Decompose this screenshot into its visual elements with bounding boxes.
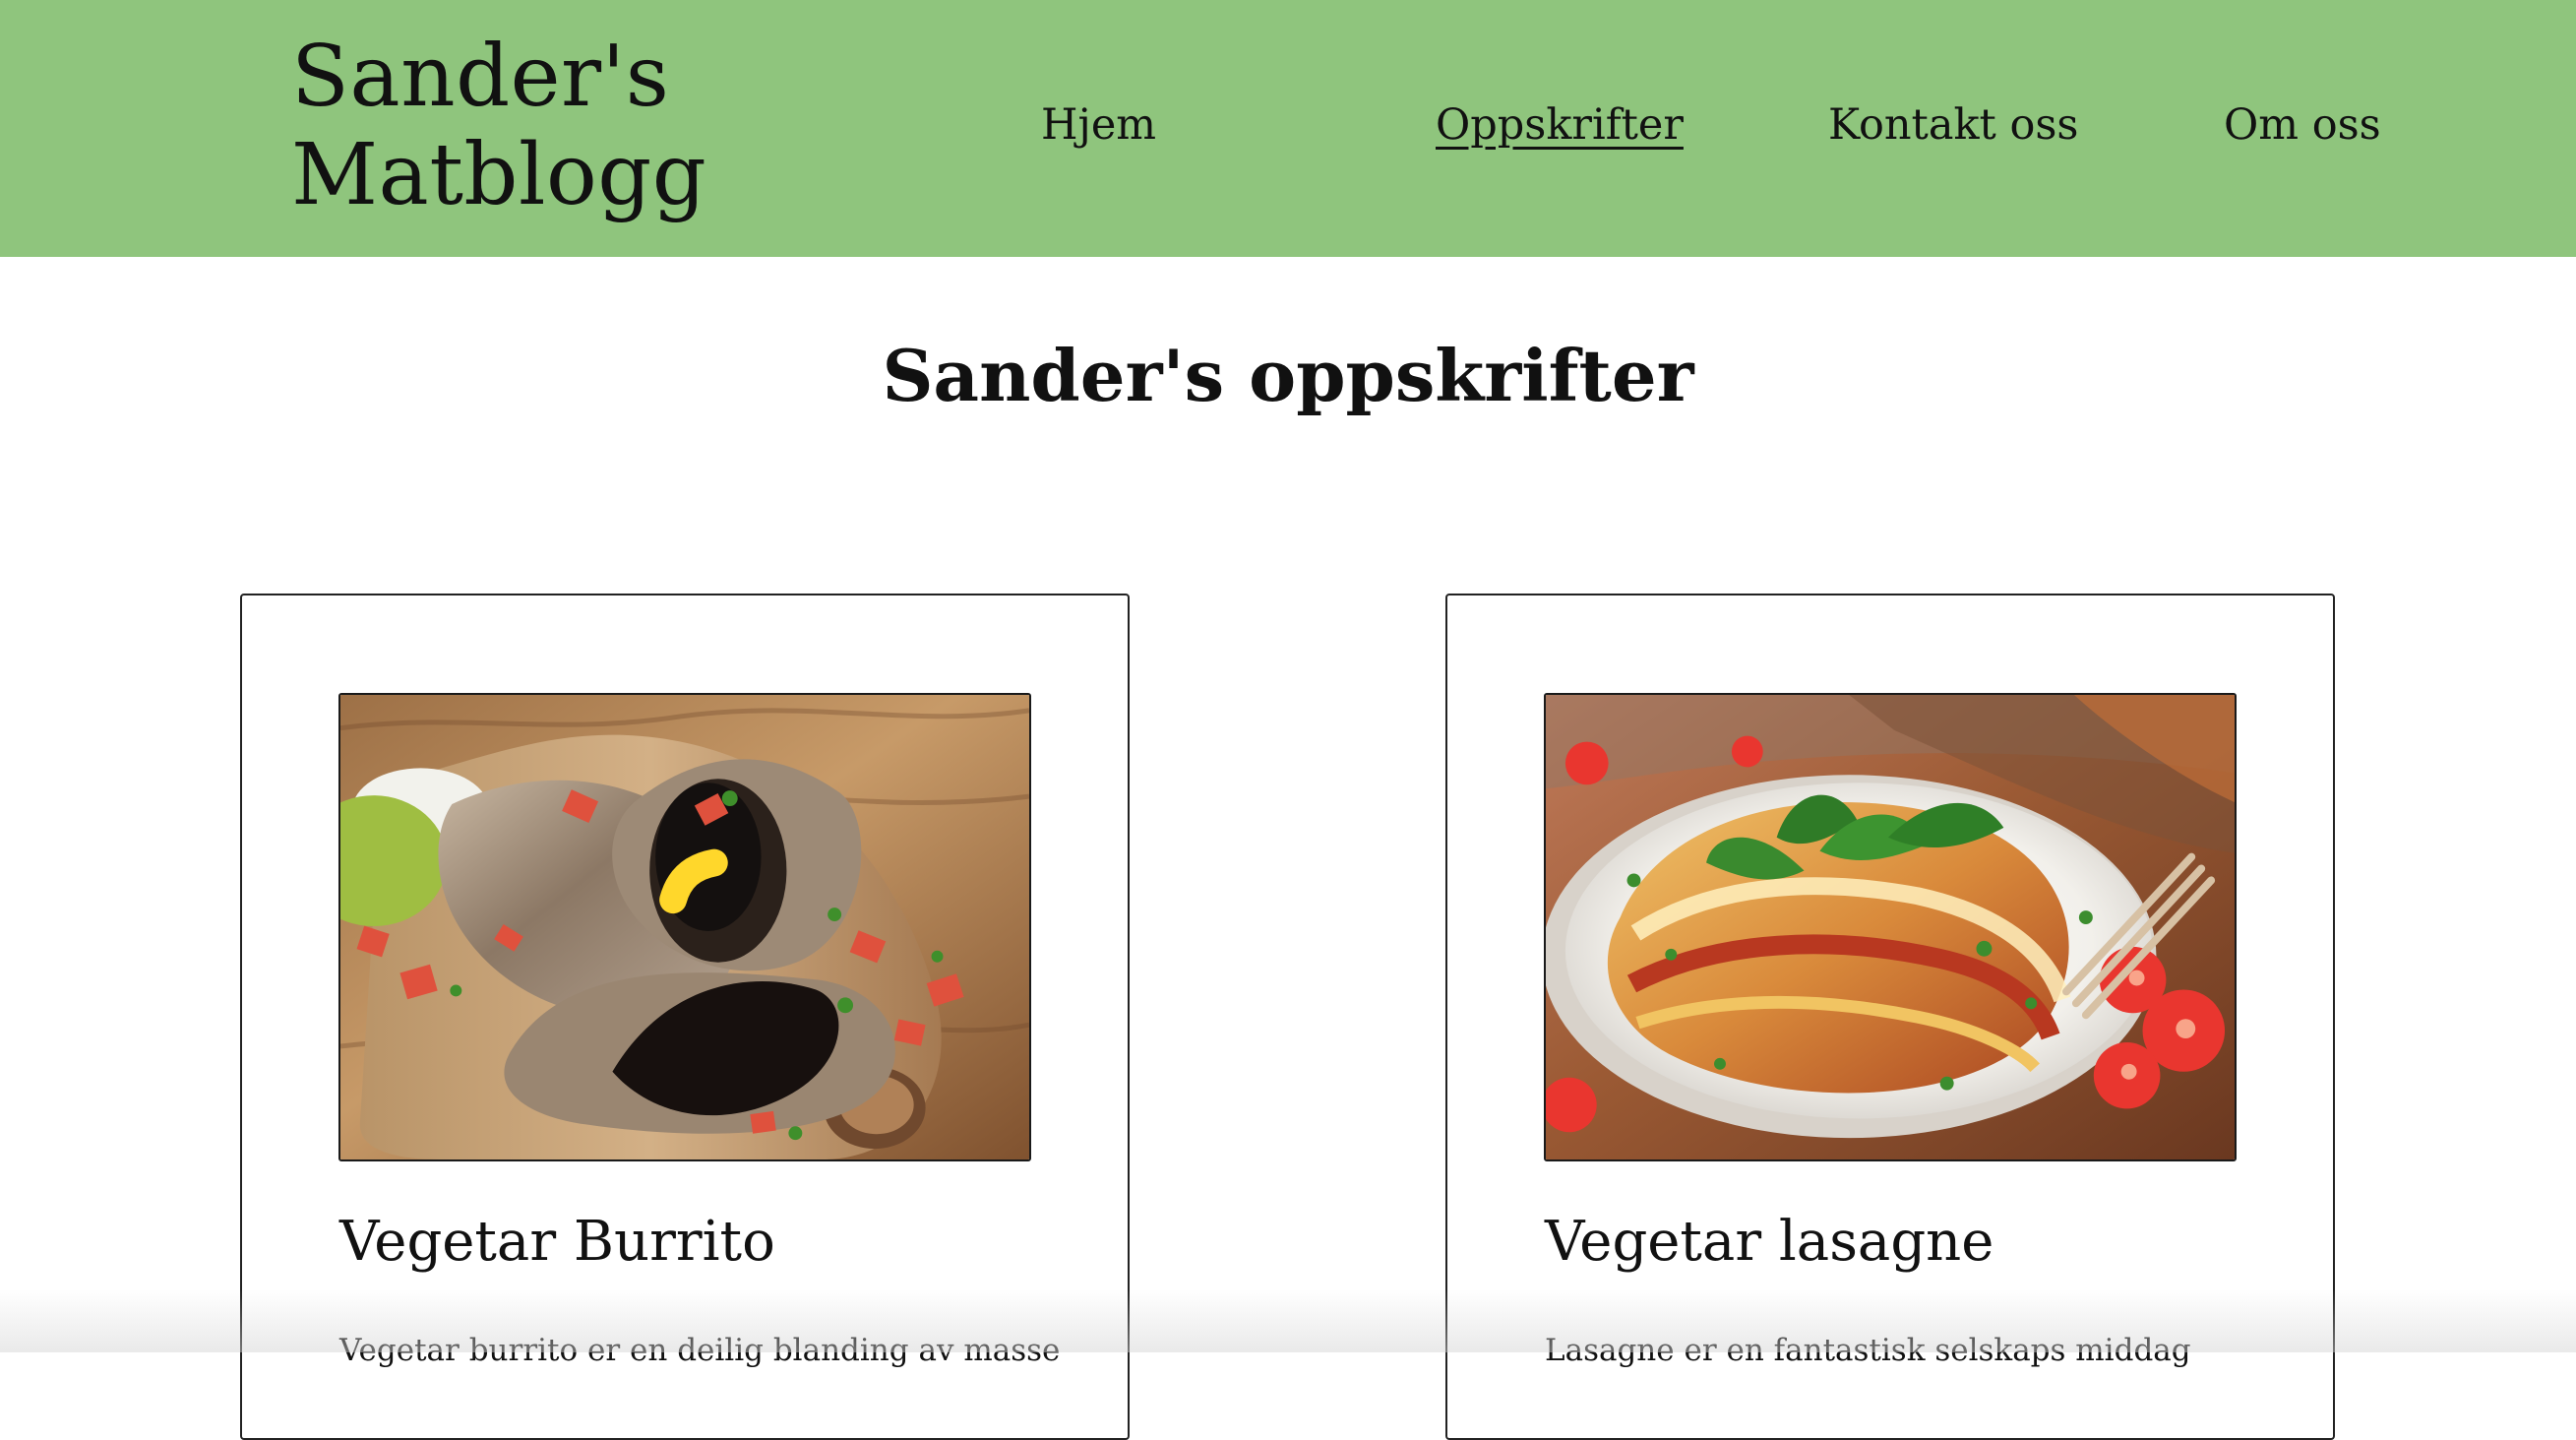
recipe-description-lasagna: Lasagne er en fantastisk selskaps middag [1545, 1333, 2191, 1368]
recipe-title-lasagna[interactable]: Vegetar lasagne [1545, 1203, 1993, 1282]
nav-about-link[interactable]: Om oss [2224, 94, 2381, 156]
recipe-description-burrito: Vegetar burrito er en deilig blanding av… [339, 1333, 1061, 1368]
recipe-card-burrito[interactable]: Vegetar Burrito Vegetar burrito er en de… [240, 594, 1130, 1440]
vegetarian-burrito-photo[interactable] [338, 693, 1031, 1161]
recipe-card-lasagna[interactable]: Vegetar lasagne Lasagne er en fantastisk… [1445, 594, 2335, 1440]
nav-recipes-link[interactable]: Oppskrifter [1436, 94, 1684, 156]
page-title: Sander's oppskrifter [882, 334, 1694, 417]
site-brand[interactable]: Sander's Matblogg [291, 28, 706, 224]
recipe-title-burrito[interactable]: Vegetar Burrito [339, 1203, 775, 1282]
brand-line-2: Matblogg [291, 126, 707, 224]
vegetarian-lasagna-photo[interactable] [1544, 693, 2237, 1161]
site-header: Sander's Matblogg Hjem Oppskrifter Konta… [0, 0, 2576, 257]
nav-home-link[interactable]: Hjem [1041, 94, 1156, 156]
nav-contact-link[interactable]: Kontakt oss [1828, 94, 2079, 156]
brand-line-1: Sander's [291, 28, 670, 126]
